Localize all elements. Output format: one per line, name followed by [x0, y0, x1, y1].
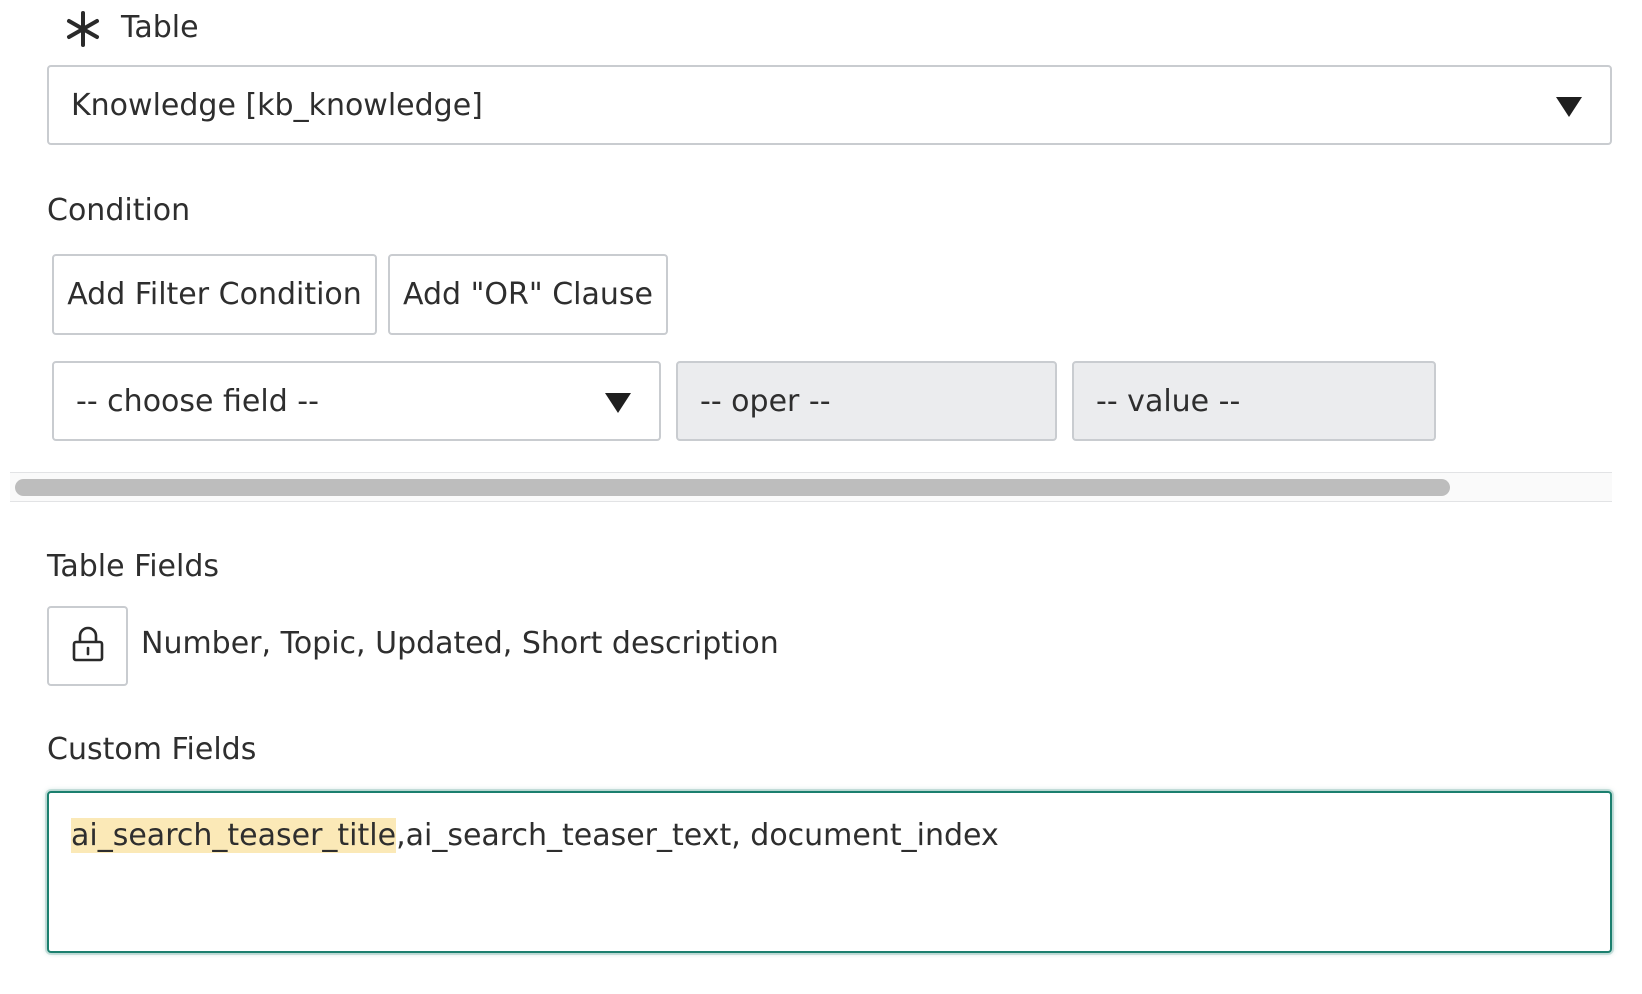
horizontal-scrollbar-thumb[interactable]: [15, 479, 1450, 496]
table-select[interactable]: Knowledge [kb_knowledge]: [47, 65, 1612, 145]
value-input: -- value --: [1072, 361, 1436, 441]
condition-label: Condition: [47, 193, 191, 228]
unlock-table-fields-button[interactable]: [47, 606, 128, 686]
add-or-clause-button[interactable]: Add "OR" Clause: [388, 254, 668, 335]
operator-placeholder: -- oper --: [700, 383, 831, 419]
choose-field-value: -- choose field --: [76, 383, 319, 419]
value-placeholder: -- value --: [1096, 383, 1241, 419]
table-fields-value: Number, Topic, Updated, Short descriptio…: [141, 626, 779, 661]
operator-select: -- oper --: [676, 361, 1057, 441]
lock-icon: [71, 626, 105, 666]
custom-fields-textarea[interactable]: ai_search_teaser_title,ai_search_teaser_…: [47, 791, 1612, 953]
table-label: Table: [121, 10, 199, 45]
table-fields-label: Table Fields: [47, 549, 219, 584]
table-select-value: Knowledge [kb_knowledge]: [71, 87, 483, 123]
highlighted-text: ai_search_teaser_title: [71, 818, 397, 853]
chevron-down-icon: [1556, 97, 1582, 117]
choose-field-select[interactable]: -- choose field --: [52, 361, 661, 441]
chevron-down-icon: [605, 393, 631, 413]
add-filter-condition-button[interactable]: Add Filter Condition: [52, 254, 377, 335]
custom-fields-label: Custom Fields: [47, 732, 257, 767]
asterisk-icon: [64, 10, 102, 48]
custom-fields-text: ,ai_search_teaser_text, document_index: [396, 818, 999, 853]
